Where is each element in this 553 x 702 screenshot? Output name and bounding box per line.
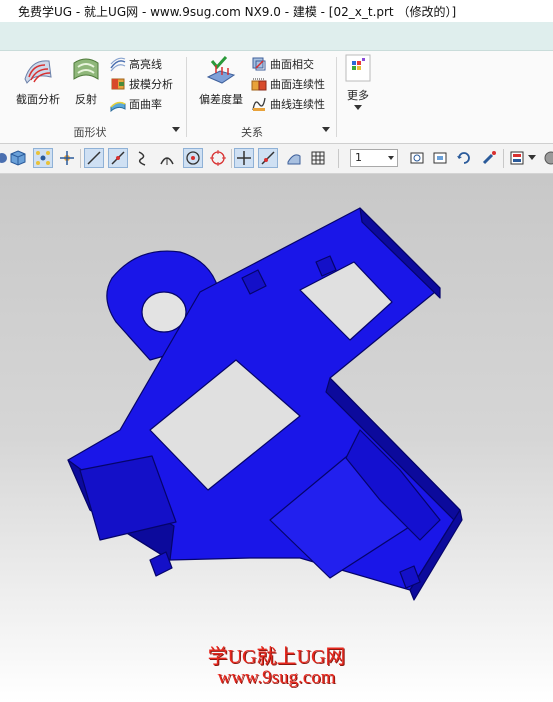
- deviation-gauge-icon: [206, 55, 236, 84]
- face-intersect-button[interactable]: 曲面相交: [251, 55, 314, 73]
- highlight-lines-button[interactable]: 高亮线: [110, 55, 162, 73]
- curve-snap-button[interactable]: [133, 148, 153, 168]
- face-continuity-label: 曲面连续性: [270, 78, 325, 91]
- fit-icon: [410, 152, 424, 164]
- group-face-shape-label: 面形状: [73, 126, 107, 139]
- draft-analysis-icon: [111, 78, 125, 90]
- group-face-shape: 截面分析 反射 高亮线 拔模分析 面曲率 面形状: [0, 51, 186, 143]
- arc-center-icon: [186, 151, 200, 165]
- zoom-combo-value: 1: [355, 151, 362, 164]
- chevron-down-icon: [388, 156, 394, 160]
- intersection-snap-button[interactable]: [234, 148, 254, 168]
- reflection-button[interactable]: 反射: [60, 53, 112, 115]
- quadrant-snap-button[interactable]: [208, 148, 228, 168]
- display-style-dropdown[interactable]: [527, 148, 537, 168]
- ribbon: 截面分析 反射 高亮线 拔模分析 面曲率 面形状 偏差度量 曲面相交 曲面连续性…: [0, 51, 553, 144]
- curve-continuity-label: 曲线连续性: [270, 98, 325, 111]
- deviation-gauge-label: 偏差度量: [199, 93, 243, 106]
- face-intersect-label: 曲面相交: [270, 58, 314, 71]
- point-on-face-icon: [287, 154, 301, 165]
- ribbon-tab-strip: [0, 22, 553, 51]
- group-divider: [336, 57, 337, 137]
- part-model[interactable]: [0, 174, 553, 702]
- point-on-curve-snap-button[interactable]: [258, 148, 278, 168]
- point-on-face-snap-button[interactable]: [284, 148, 304, 168]
- window-title: 免费学UG - 就上UG网 - www.9sug.com NX9.0 - 建模 …: [0, 0, 553, 22]
- toolbar-separator: [231, 149, 232, 168]
- curve-continuity-icon: [252, 97, 266, 111]
- face-continuity-button[interactable]: 曲面连续性: [251, 75, 325, 93]
- move-point-button[interactable]: [57, 148, 77, 168]
- line-icon: [87, 151, 101, 165]
- point-on-curve-icon: [261, 151, 275, 165]
- view-toolbar: 1: [0, 144, 553, 174]
- display-style-icon: [510, 151, 524, 165]
- rotate-view-button[interactable]: [454, 148, 474, 168]
- watermark-title: 学UG就上UG网: [207, 646, 346, 668]
- grid-snap-button[interactable]: [308, 148, 328, 168]
- arc-center-snap-button[interactable]: [183, 148, 203, 168]
- group-relations: 偏差度量 曲面相交 曲面连续性 曲线连续性 关系: [187, 51, 334, 143]
- surface-curvature-icon: [110, 101, 126, 112]
- face-continuity-icon: [251, 78, 267, 91]
- section-analysis-icon: [24, 60, 52, 84]
- zoom-window-button[interactable]: [430, 148, 450, 168]
- endpoint-icon: [111, 151, 125, 165]
- curve-icon: [138, 151, 146, 166]
- curve-continuity-button[interactable]: 曲线连续性: [251, 95, 325, 113]
- chevron-down-icon: [528, 155, 536, 160]
- graphics-viewport[interactable]: [0, 174, 553, 702]
- tangent-snap-button[interactable]: [157, 148, 177, 168]
- draft-analysis-label: 拔模分析: [129, 78, 173, 91]
- more-button[interactable]: 更多: [340, 53, 376, 115]
- display-style-button[interactable]: [507, 148, 527, 168]
- fit-view-button[interactable]: [407, 148, 427, 168]
- chevron-down-icon: [354, 105, 362, 110]
- more-icon: [345, 54, 371, 82]
- move-icon: [60, 151, 74, 165]
- tangent-icon: [160, 157, 174, 165]
- section-analysis-button[interactable]: 截面分析: [12, 53, 64, 115]
- intersection-icon: [237, 151, 251, 165]
- brush-button[interactable]: [479, 148, 499, 168]
- rotate-icon: [457, 152, 470, 164]
- toolbar-separator: [80, 149, 81, 168]
- quadrant-icon: [210, 150, 226, 166]
- line-snap-button[interactable]: [84, 148, 104, 168]
- reflection-label: 反射: [75, 93, 97, 106]
- highlight-lines-label: 高亮线: [129, 58, 162, 71]
- cube-icon: [10, 150, 26, 166]
- brush-icon: [482, 151, 496, 165]
- sphere-icon: [544, 151, 553, 165]
- zoom-window-icon: [433, 152, 447, 164]
- draft-analysis-button[interactable]: 拔模分析: [110, 75, 173, 93]
- group-relations-expand-icon[interactable]: [322, 127, 330, 132]
- snap-point-button[interactable]: [33, 148, 53, 168]
- reflection-icon: [73, 58, 99, 80]
- highlight-lines-icon: [110, 57, 126, 72]
- endpoint-snap-button[interactable]: [108, 148, 128, 168]
- face-intersect-icon: [252, 57, 266, 71]
- watermark-url: www.9sug.com: [217, 667, 336, 688]
- sphere-button[interactable]: [541, 148, 553, 168]
- toolbar-separator: [338, 149, 339, 168]
- section-analysis-label: 截面分析: [16, 93, 60, 106]
- grid-icon: [311, 151, 325, 165]
- deviation-gauge-button[interactable]: 偏差度量: [193, 53, 249, 115]
- surface-curvature-button[interactable]: 面曲率: [110, 95, 162, 113]
- snap-points-icon: [36, 151, 50, 165]
- more-label: 更多: [347, 89, 369, 102]
- shaded-cube-button[interactable]: [8, 148, 28, 168]
- group-face-shape-expand-icon[interactable]: [172, 127, 180, 132]
- group-relations-label: 关系: [241, 126, 263, 139]
- toolbar-separator: [503, 149, 504, 168]
- surface-curvature-label: 面曲率: [129, 98, 162, 111]
- zoom-combo[interactable]: 1: [350, 149, 398, 167]
